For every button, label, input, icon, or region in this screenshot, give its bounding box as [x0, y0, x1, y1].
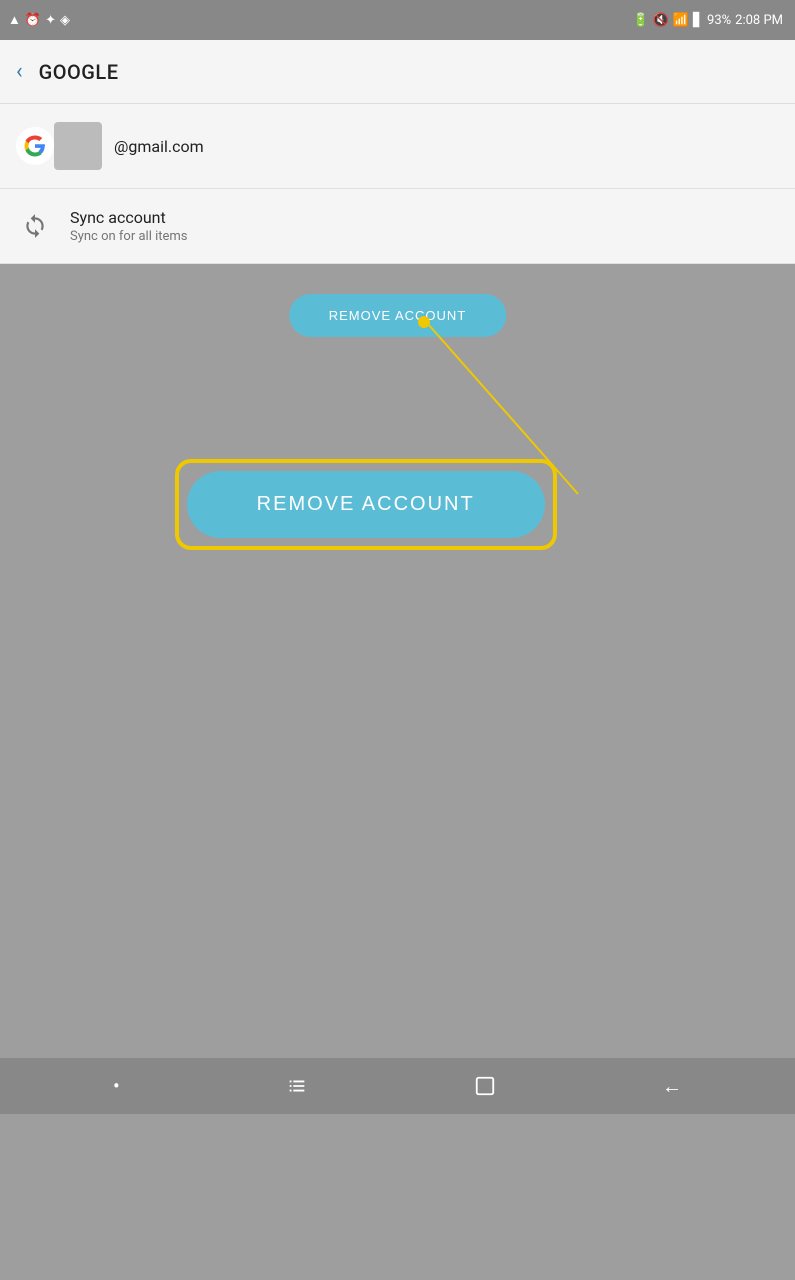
sync-title: Sync account	[70, 208, 188, 227]
sync-subtitle: Sync on for all items	[70, 229, 188, 244]
gray-background: REMOVE ACCOUNT REMOVE ACCOUNT • ←	[0, 264, 795, 1114]
back-nav-icon[interactable]: ←	[662, 1074, 682, 1099]
extra-icon: ◈	[60, 13, 70, 28]
menu-nav-icon[interactable]: •	[113, 1074, 120, 1098]
status-bar: ▲ ⏰ ✦ ◈ 🔋 🔇 📶 ▋ 93% 2:08 PM	[0, 0, 795, 40]
annotation-zoom-box: REMOVE ACCOUNT	[175, 459, 557, 550]
avatar	[54, 122, 102, 170]
mute-icon: 🔇	[653, 13, 669, 28]
sync-text: Sync account Sync on for all items	[70, 208, 188, 244]
google-logo-icon	[16, 127, 54, 165]
content-area: @gmail.com Sync account Sync on for all …	[0, 104, 795, 264]
signal-strength-icon: ▋	[693, 13, 703, 28]
signal-icon: ▲	[8, 12, 21, 28]
wifi-icon: 📶	[673, 13, 689, 28]
sync-row[interactable]: Sync account Sync on for all items	[0, 189, 795, 264]
battery-percent: 93%	[707, 13, 731, 28]
status-bar-right: 🔋 🔇 📶 ▋ 93% 2:08 PM	[632, 13, 783, 28]
remove-account-button-large[interactable]: REMOVE ACCOUNT	[187, 471, 545, 538]
recent-apps-icon[interactable]	[286, 1075, 308, 1097]
header: ‹ GOOGLE	[0, 40, 795, 104]
account-email: @gmail.com	[114, 137, 204, 156]
status-bar-left: ▲ ⏰ ✦ ◈	[8, 12, 70, 28]
square-nav-icon[interactable]	[474, 1075, 496, 1097]
back-button[interactable]: ‹	[16, 59, 23, 84]
clock: 2:08 PM	[735, 13, 783, 28]
battery-icon: 🔋	[632, 13, 648, 28]
sync-icon-wrap	[16, 207, 54, 245]
nav-bar: • ←	[0, 1058, 795, 1114]
sync-icon	[22, 213, 48, 239]
dropbox-icon: ✦	[45, 13, 56, 28]
account-row[interactable]: @gmail.com	[0, 104, 795, 189]
alarm-icon: ⏰	[25, 13, 41, 28]
back-icon: ‹	[16, 59, 23, 84]
page-title: GOOGLE	[39, 60, 119, 84]
